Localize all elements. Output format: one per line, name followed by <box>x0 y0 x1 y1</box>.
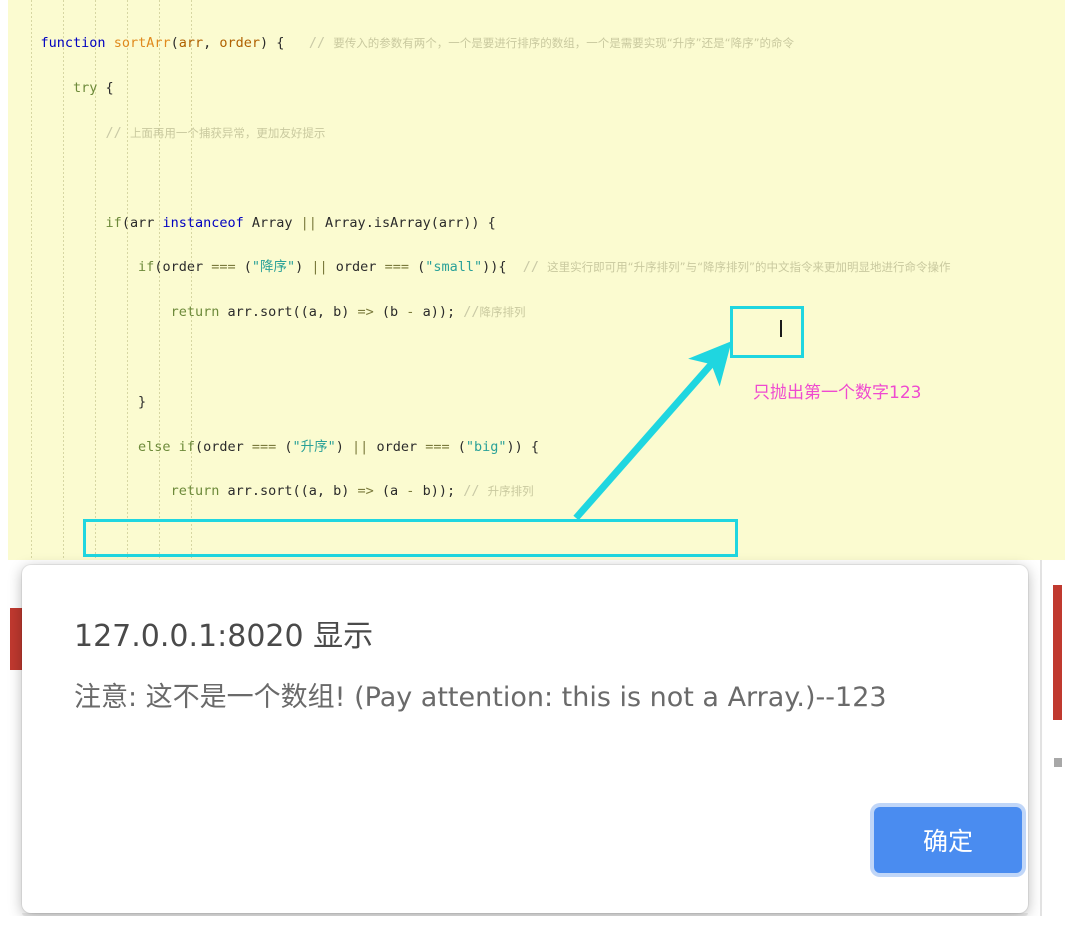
dialog-title: 127.0.0.1:8020 显示 <box>74 619 374 654</box>
code-line: try { <box>73 80 114 97</box>
editor-surface[interactable]: function sortArr(arr, order) { // 要传入的参数… <box>8 0 1065 560</box>
code-editor[interactable]: function sortArr(arr, order) { // 要传入的参数… <box>0 0 1065 560</box>
code-line: if(arr instanceof Array || Array.isArray… <box>105 214 496 231</box>
alert-dialog: 127.0.0.1:8020 显示 注意: 这不是一个数组! (Pay atte… <box>22 565 1028 913</box>
code-content[interactable]: function sortArr(arr, order) { // 要传入的参数… <box>8 0 1065 560</box>
page-edge-divider <box>1040 560 1042 928</box>
code-line: if(order === ("降序") || order === ("small… <box>138 259 951 276</box>
page-bottom-margin <box>0 916 1065 928</box>
code-line: // 上面再用一个捕获异常，更加友好提示 <box>105 125 326 141</box>
dialog-ok-button[interactable]: 确定 <box>874 807 1022 873</box>
annotation-text: 只抛出第一个数字123 <box>753 383 922 403</box>
cyan-arrow-icon <box>573 341 732 521</box>
code-line: else if(order === ("升序") || order === ("… <box>138 438 540 455</box>
code-line: return arr.sort((a, b) => (b - a)); //降序… <box>170 304 526 321</box>
code-line: function sortArr(arr, order) { // 要传入的参数… <box>40 35 795 52</box>
text-caret <box>780 320 782 337</box>
red-accent-bar-right <box>1053 585 1062 720</box>
code-line: return arr.sort((a, b) => (a - b)); // 升… <box>170 483 534 500</box>
scrollbar-thumb[interactable] <box>1054 758 1062 767</box>
dialog-message: 注意: 这不是一个数组! (Pay attention: this is not… <box>74 682 887 713</box>
